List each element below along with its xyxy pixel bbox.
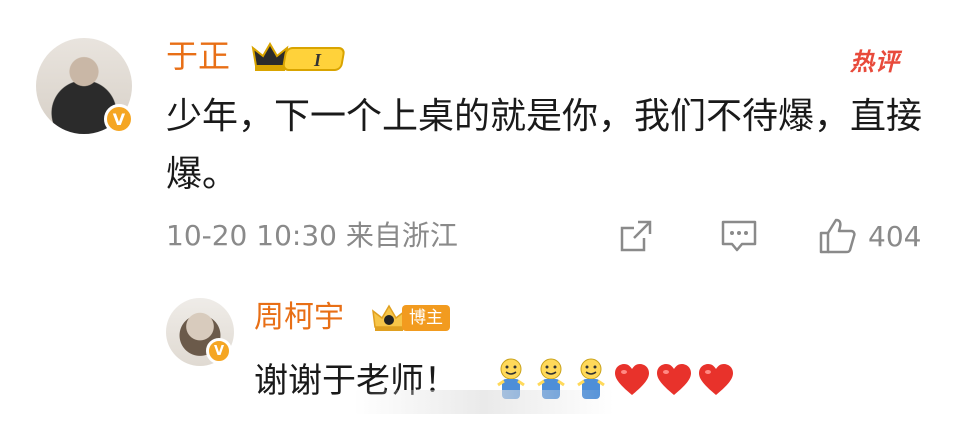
heart-emoji-icon	[699, 364, 733, 395]
comment-time-location: 10-20 10:30 来自浙江	[166, 219, 458, 252]
verified-icon: V	[104, 104, 134, 134]
comment-username[interactable]: 于正	[166, 34, 230, 78]
comment-icon	[721, 220, 757, 252]
share-icon	[620, 220, 652, 252]
reply-username[interactable]: 周柯宇	[254, 296, 344, 340]
blogger-badge: 博主	[372, 302, 450, 334]
like-count: 404	[868, 219, 922, 253]
crown-icon	[372, 304, 406, 331]
like-button[interactable]: 404	[818, 216, 921, 256]
heart-emoji-icon	[657, 364, 691, 395]
share-button[interactable]	[618, 216, 654, 256]
comment-text: 少年，下一个上桌的就是你，我们不待爆，直接爆。	[166, 96, 923, 195]
verified-icon: V	[206, 338, 232, 364]
heart-emoji-icon	[615, 364, 649, 395]
crown-level-badge-icon[interactable]: I	[250, 40, 348, 74]
level-text: I	[313, 50, 322, 70]
watermark	[354, 390, 614, 414]
hot-comment-tag: 热评	[850, 48, 900, 76]
comment-button[interactable]	[720, 216, 758, 256]
like-icon	[819, 218, 856, 254]
blogger-badge-label: 博主	[402, 305, 450, 331]
